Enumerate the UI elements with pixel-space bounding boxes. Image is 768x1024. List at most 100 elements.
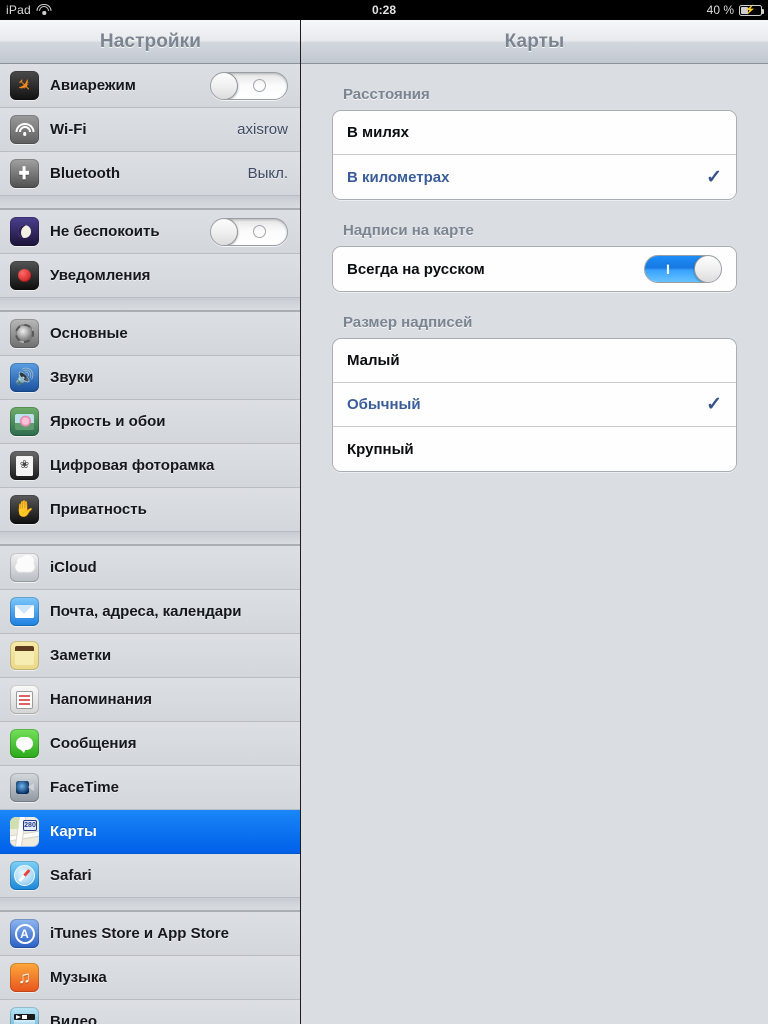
brightness-icon — [10, 407, 39, 436]
mail-icon — [10, 597, 39, 626]
settings-sidebar[interactable]: Авиарежим I Wi-Fi axisrow ✚ Bluetooth Выкл. Не … — [0, 64, 300, 1024]
sidebar-item-label: Напоминания — [50, 691, 152, 708]
sidebar-item-label: Яркость и обои — [50, 413, 166, 430]
maps-icon: 280 — [10, 817, 39, 846]
sidebar-item-1[interactable]: ♫ Музыка — [0, 956, 300, 1000]
sidebar-item-label: Звуки — [50, 369, 94, 386]
sidebar-item-label: iTunes Store и App Store — [50, 925, 229, 942]
reminders-icon — [10, 685, 39, 714]
sidebar-item-value: Выкл. — [247, 165, 288, 182]
sidebar-group: Не беспокоить I Уведомления — [0, 209, 300, 298]
notifications-icon — [10, 261, 39, 290]
settings-row[interactable]: В милях — [333, 111, 736, 155]
status-bar-right: 40 % ⚡ — [706, 0, 765, 20]
moon-icon — [10, 217, 39, 246]
sidebar-group: iCloud Почта, адреса, календари Заметки Нап… — [0, 545, 300, 898]
sidebar-item-4[interactable]: Сообщения — [0, 722, 300, 766]
detail-title: Карты — [504, 30, 565, 52]
sidebar-item-5[interactable]: FaceTime — [0, 766, 300, 810]
detail-navigation-bar: Карты — [301, 20, 768, 64]
settings-group: Всегда на русском I — [332, 246, 737, 292]
sidebar-item-6[interactable]: 280 Карты — [0, 810, 300, 854]
messages-icon — [10, 729, 39, 758]
settings-row-label: В километрах — [347, 168, 450, 186]
checkmark-icon: ✓ — [706, 394, 722, 415]
sidebar-item-0[interactable]: AiTunes Store и App Store — [0, 912, 300, 956]
sidebar-item-label: Сообщения — [50, 735, 137, 752]
switch-track-off — [235, 219, 287, 245]
sidebar-item-3[interactable]: ❀ Цифровая фоторамка — [0, 444, 300, 488]
sidebar-item-0[interactable]: iCloud — [0, 546, 300, 590]
safari-icon — [10, 861, 39, 890]
maps-settings-detail: Расстояния В милях В километрах ✓ Надписи на… — [301, 64, 768, 1024]
sidebar-item-label: Bluetooth — [50, 165, 120, 182]
section-header: Надписи на карте — [343, 222, 474, 239]
ipad-settings-screen: iPad 0:28 40 % ⚡ Настройки Карты Авиареж… — [0, 0, 768, 1024]
sidebar-item-7[interactable]: Safari — [0, 854, 300, 898]
sidebar-item-label: Музыка — [50, 969, 107, 986]
sidebar-item-label: FaceTime — [50, 779, 119, 796]
settings-row[interactable]: Обычный ✓ — [333, 383, 736, 427]
facetime-icon — [10, 773, 39, 802]
sidebar-item-label: Видео — [50, 1013, 98, 1024]
settings-row[interactable]: Всегда на русском I — [333, 247, 736, 291]
sidebar-item-label: Основные — [50, 325, 128, 342]
sidebar-item-0[interactable]: Не беспокоить I — [0, 210, 300, 254]
status-bar: iPad 0:28 40 % ⚡ — [0, 0, 768, 20]
sidebar-item-2[interactable]: ✚ Bluetooth Выкл. — [0, 152, 300, 196]
sidebar-item-1[interactable]: Почта, адреса, календари — [0, 590, 300, 634]
settings-row[interactable]: В километрах ✓ — [333, 155, 736, 199]
switch-knob[interactable] — [211, 72, 238, 99]
notes-icon — [10, 641, 39, 670]
settings-row-label: Крупный — [347, 440, 414, 458]
sidebar-item-2[interactable]: Видео — [0, 1000, 300, 1024]
sidebar-item-label: Safari — [50, 867, 92, 884]
sidebar-item-1[interactable]: 🔊 Звуки — [0, 356, 300, 400]
section-header: Размер надписей — [343, 314, 473, 331]
switch-track-off — [235, 73, 287, 99]
sidebar-item-3[interactable]: Напоминания — [0, 678, 300, 722]
sidebar-item-0[interactable]: Авиарежим I — [0, 64, 300, 108]
switch-knob[interactable] — [694, 256, 721, 282]
sidebar-group: Авиарежим I Wi-Fi axisrow ✚ Bluetooth Выкл. — [0, 64, 300, 196]
sidebar-item-label: Почта, адреса, календари — [50, 603, 242, 620]
sidebar-item-2[interactable]: Яркость и обои — [0, 400, 300, 444]
sidebar-item-label: Не беспокоить — [50, 223, 160, 240]
sidebar-item-1[interactable]: Wi-Fi axisrow — [0, 108, 300, 152]
switch-container[interactable]: I — [210, 71, 290, 100]
sidebar-navigation-bar: Настройки — [0, 20, 301, 64]
sidebar-item-4[interactable]: ✋ Приватность — [0, 488, 300, 532]
split-view-divider — [300, 20, 301, 1024]
sidebar-item-0[interactable]: Основные — [0, 312, 300, 356]
sidebar-item-label: Приватность — [50, 501, 147, 518]
sidebar-group: AiTunes Store и App Store ♫ Музыка Видео — [0, 911, 300, 1024]
toggle-switch[interactable]: I — [210, 217, 288, 246]
video-icon — [10, 1007, 39, 1024]
status-bar-clock: 0:28 — [371, 3, 397, 17]
sidebar-item-label: iCloud — [50, 559, 97, 576]
speaker-icon: 🔊 — [10, 363, 39, 392]
sidebar-item-label: Заметки — [50, 647, 112, 664]
toggle-switch[interactable]: I — [210, 71, 288, 100]
sidebar-item-value: axisrow — [237, 121, 288, 138]
settings-row[interactable]: Крупный — [333, 427, 736, 471]
settings-row-label: В милях — [347, 124, 409, 141]
wifi-icon — [10, 115, 39, 144]
switch-knob[interactable] — [211, 218, 238, 245]
checkmark-icon: ✓ — [706, 166, 722, 188]
switch-container[interactable]: I — [210, 217, 290, 246]
settings-group: Малый Обычный ✓ Крупный — [332, 338, 737, 472]
sidebar-item-label: Авиарежим — [50, 77, 136, 94]
sidebar-item-label: Wi-Fi — [50, 121, 87, 138]
sidebar-title: Настройки — [99, 30, 202, 52]
sidebar-item-1[interactable]: Уведомления — [0, 254, 300, 298]
settings-row[interactable]: Малый — [333, 339, 736, 383]
airplane-icon — [10, 71, 39, 100]
bluetooth-icon: ✚ — [10, 159, 39, 188]
sidebar-item-label: Карты — [50, 823, 97, 840]
sidebar-item-label: Уведомления — [50, 267, 151, 284]
switch-container[interactable]: I — [644, 255, 722, 283]
toggle-switch[interactable]: I — [644, 255, 722, 283]
battery-percent-label: 40 % — [706, 3, 734, 17]
sidebar-item-2[interactable]: Заметки — [0, 634, 300, 678]
